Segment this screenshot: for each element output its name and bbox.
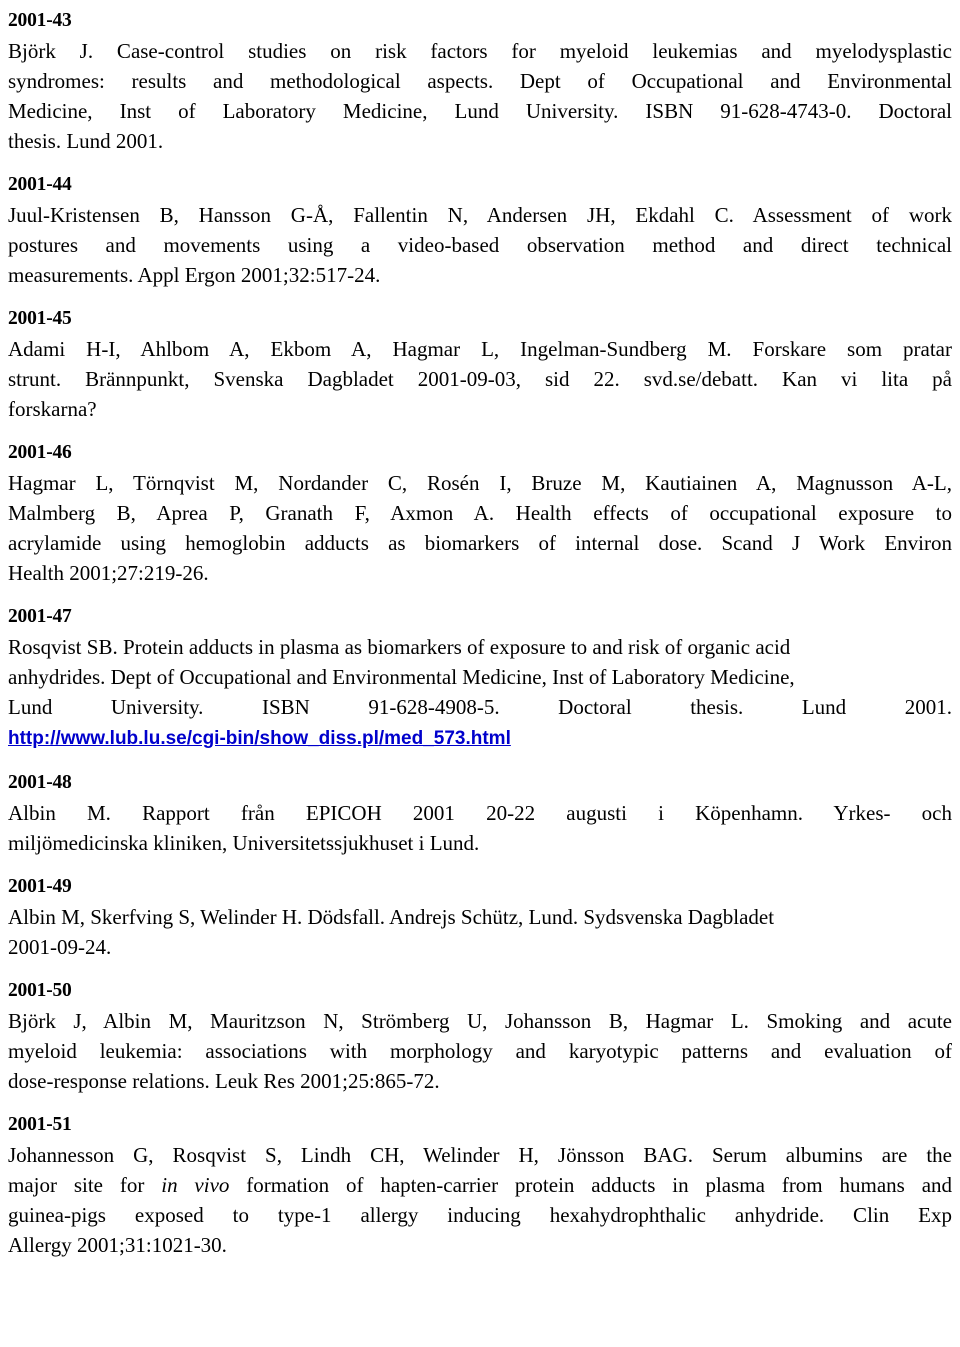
entry-line: anhydrides. Dept of Occupational and Env… — [8, 665, 795, 689]
entry-id: 2001-46 — [8, 442, 72, 463]
entry-id: 2001-47 — [8, 606, 72, 627]
entry-line: postures and movements using a video-bas… — [8, 233, 952, 257]
entry-line: Adami H-I, Ahlbom A, Ekbom A, Hagmar L, … — [8, 337, 952, 361]
entry-id: 2001-43 — [8, 10, 72, 31]
entry-id: 2001-51 — [8, 1114, 72, 1135]
entry-line: measurements. Appl Ergon 2001;32:517-24. — [8, 263, 381, 287]
entry-text: Adami H-I, Ahlbom A, Ekbom A, Hagmar L, … — [8, 334, 952, 424]
reference-entry: 2001-44 Juul-Kristensen B, Hansson G-Å, … — [8, 170, 952, 290]
latin-italic-phrase: in vivo — [161, 1173, 230, 1197]
entry-id: 2001-45 — [8, 308, 72, 329]
entry-text: Björk J. Case-control studies on risk fa… — [8, 36, 952, 156]
entry-line: miljömedicinska kliniken, Universitetssj… — [8, 831, 480, 855]
entry-id: 2001-50 — [8, 980, 72, 1001]
entry-line: Björk J, Albin M, Mauritzson N, Strömber… — [8, 1009, 952, 1033]
entry-line: Juul-Kristensen B, Hansson G-Å, Fallenti… — [8, 203, 952, 227]
entry-line: Medicine, Inst of Laboratory Medicine, L… — [8, 99, 952, 123]
entry-line-with-italic: major site for in vivo formation of hapt… — [8, 1170, 952, 1200]
reference-entry: 2001-51 Johannesson G, Rosqvist S, Lindh… — [8, 1110, 952, 1260]
dissertation-url-link[interactable]: http://www.lub.lu.se/cgi-bin/show_diss.p… — [8, 724, 511, 754]
reference-entry: 2001-49 Albin M, Skerfving S, Welinder H… — [8, 872, 952, 962]
reference-entry: 2001-48 Albin M. Rapport från EPICOH 200… — [8, 768, 952, 858]
reference-entry: 2001-45 Adami H-I, Ahlbom A, Ekbom A, Ha… — [8, 304, 952, 424]
entry-text: Juul-Kristensen B, Hansson G-Å, Fallenti… — [8, 200, 952, 290]
entry-line: Allergy 2001;31:1021-30. — [8, 1233, 227, 1257]
entry-text: Björk J, Albin M, Mauritzson N, Strömber… — [8, 1006, 952, 1096]
entry-line: Malmberg B, Aprea P, Granath F, Axmon A.… — [8, 501, 952, 525]
entry-line: guinea-pigs exposed to type-1 allergy in… — [8, 1203, 952, 1227]
entry-line: Johannesson G, Rosqvist S, Lindh CH, Wel… — [8, 1143, 952, 1167]
entry-line: syndromes: results and methodological as… — [8, 69, 952, 93]
entry-line: acrylamide using hemoglobin adducts as b… — [8, 531, 952, 555]
reference-entry: 2001-46 Hagmar L, Törnqvist M, Nordander… — [8, 438, 952, 588]
entry-line: Lund University. ISBN 91-628-4908-5. Doc… — [8, 695, 952, 719]
entry-line: Björk J. Case-control studies on risk fa… — [8, 39, 952, 63]
reference-entry: 2001-50 Björk J, Albin M, Mauritzson N, … — [8, 976, 952, 1096]
entry-text: Albin M, Skerfving S, Welinder H. Dödsfa… — [8, 902, 952, 962]
entry-line: Health 2001;27:219-26. — [8, 561, 209, 585]
entry-text: Johannesson G, Rosqvist S, Lindh CH, Wel… — [8, 1140, 952, 1260]
entry-id: 2001-49 — [8, 876, 72, 897]
entry-line: myeloid leukemia: associations with morp… — [8, 1039, 952, 1063]
entry-text: Rosqvist SB. Protein adducts in plasma a… — [8, 632, 952, 754]
entry-line: dose-response relations. Leuk Res 2001;2… — [8, 1069, 440, 1093]
entry-line-post: formation of hapten-carrier protein addu… — [229, 1173, 953, 1197]
entry-line-pre: major site for — [8, 1173, 162, 1197]
entry-line: Albin M. Rapport från EPICOH 2001 20-22 … — [8, 801, 952, 825]
entry-line: Rosqvist SB. Protein adducts in plasma a… — [8, 635, 791, 659]
entry-line: 2001-09-24. — [8, 935, 112, 959]
entry-text: Hagmar L, Törnqvist M, Nordander C, Rosé… — [8, 468, 952, 588]
document-page: 2001-43 Björk J. Case-control studies on… — [0, 0, 960, 1347]
reference-entry: 2001-43 Björk J. Case-control studies on… — [8, 6, 952, 156]
entry-line: strunt. Brännpunkt, Svenska Dagbladet 20… — [8, 367, 952, 391]
entry-id: 2001-44 — [8, 174, 72, 195]
entry-text: Albin M. Rapport från EPICOH 2001 20-22 … — [8, 798, 952, 858]
reference-entry: 2001-47 Rosqvist SB. Protein adducts in … — [8, 602, 952, 754]
entry-line: forskarna? — [8, 397, 97, 421]
entry-id: 2001-48 — [8, 772, 72, 793]
entry-line: Albin M, Skerfving S, Welinder H. Dödsfa… — [8, 905, 775, 929]
entry-line: Hagmar L, Törnqvist M, Nordander C, Rosé… — [8, 471, 952, 495]
entry-line: thesis. Lund 2001. — [8, 129, 164, 153]
